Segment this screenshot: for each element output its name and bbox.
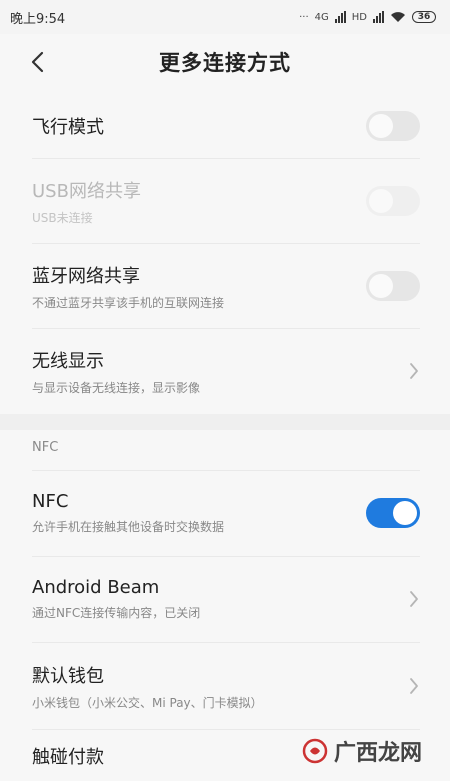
nav-bar: 更多连接方式	[0, 34, 450, 90]
network-label-hd: HD	[351, 11, 367, 23]
divider	[32, 243, 420, 244]
airplane-mode-row[interactable]: 飞行模式	[0, 94, 450, 158]
usb-tethering-row: USB网络共享 USB未连接	[0, 160, 450, 242]
battery-icon: 36	[412, 11, 436, 23]
nfc-subtitle: 允许手机在接触其他设备时交换数据	[32, 520, 225, 534]
divider	[32, 642, 420, 643]
android-beam-row[interactable]: Android Beam 通过NFC连接传输内容，已关闭	[0, 558, 450, 640]
usb-tethering-label: USB网络共享	[32, 180, 141, 202]
default-wallet-label: 默认钱包	[32, 665, 104, 687]
toggle-knob	[369, 189, 393, 213]
bluetooth-tethering-row[interactable]: 蓝牙网络共享 不通过蓝牙共享该手机的互联网连接	[0, 245, 450, 327]
nfc-row[interactable]: NFC 允许手机在接触其他设备时交换数据	[0, 472, 450, 554]
network-label-4g: 4G	[314, 11, 329, 23]
android-beam-subtitle: 通过NFC连接传输内容，已关闭	[32, 606, 201, 620]
divider	[32, 556, 420, 557]
bluetooth-tethering-subtitle: 不通过蓝牙共享该手机的互联网连接	[32, 295, 225, 310]
wireless-display-label: 无线显示	[32, 350, 104, 372]
wireless-display-subtitle: 与显示设备无线连接，显示影像	[32, 380, 201, 395]
alarm-icon: ···	[299, 11, 309, 23]
nfc-label: NFC	[32, 491, 69, 512]
section-gap	[0, 414, 450, 430]
chevron-right-icon[interactable]	[408, 589, 420, 609]
android-beam-label: Android Beam	[32, 577, 160, 598]
divider	[32, 729, 420, 730]
watermark-logo-icon	[302, 738, 328, 764]
signal-icon	[334, 11, 346, 23]
signal-icon-2	[373, 11, 384, 23]
watermark-text: 广西龙网	[333, 741, 422, 766]
usb-tethering-toggle	[366, 186, 420, 216]
page-title: 更多连接方式	[159, 51, 291, 75]
toggle-knob	[369, 114, 393, 138]
default-wallet-row[interactable]: 默认钱包 小米钱包（小米公交、Mi Pay、门卡模拟）	[0, 644, 450, 728]
watermark: 广西龙网	[302, 735, 422, 767]
nfc-toggle[interactable]	[366, 498, 420, 528]
status-bar: 晚上9:54 ··· 4G HD 36	[0, 0, 450, 34]
airplane-mode-label: 飞行模式	[32, 117, 104, 138]
bluetooth-tethering-toggle[interactable]	[366, 271, 420, 301]
toggle-knob	[393, 501, 417, 525]
chevron-right-icon[interactable]	[408, 676, 420, 696]
toggle-knob	[369, 274, 393, 298]
usb-tethering-subtitle: USB未连接	[32, 210, 93, 225]
tap-pay-label: 触碰付款	[32, 747, 104, 768]
default-wallet-subtitle: 小米钱包（小米公交、Mi Pay、门卡模拟）	[32, 695, 263, 710]
divider	[32, 158, 420, 159]
divider	[32, 328, 420, 329]
wifi-icon	[391, 12, 405, 22]
status-icons: ··· 4G HD 36	[299, 11, 436, 23]
airplane-mode-toggle[interactable]	[366, 111, 420, 141]
chevron-right-icon[interactable]	[408, 361, 420, 381]
bluetooth-tethering-label: 蓝牙网络共享	[32, 265, 140, 287]
status-time: 晚上9:54	[10, 11, 66, 27]
back-arrow-icon[interactable]	[28, 50, 50, 74]
nfc-section-header: NFC	[32, 440, 59, 455]
divider	[32, 470, 420, 471]
wireless-display-row[interactable]: 无线显示 与显示设备无线连接，显示影像	[0, 330, 450, 412]
